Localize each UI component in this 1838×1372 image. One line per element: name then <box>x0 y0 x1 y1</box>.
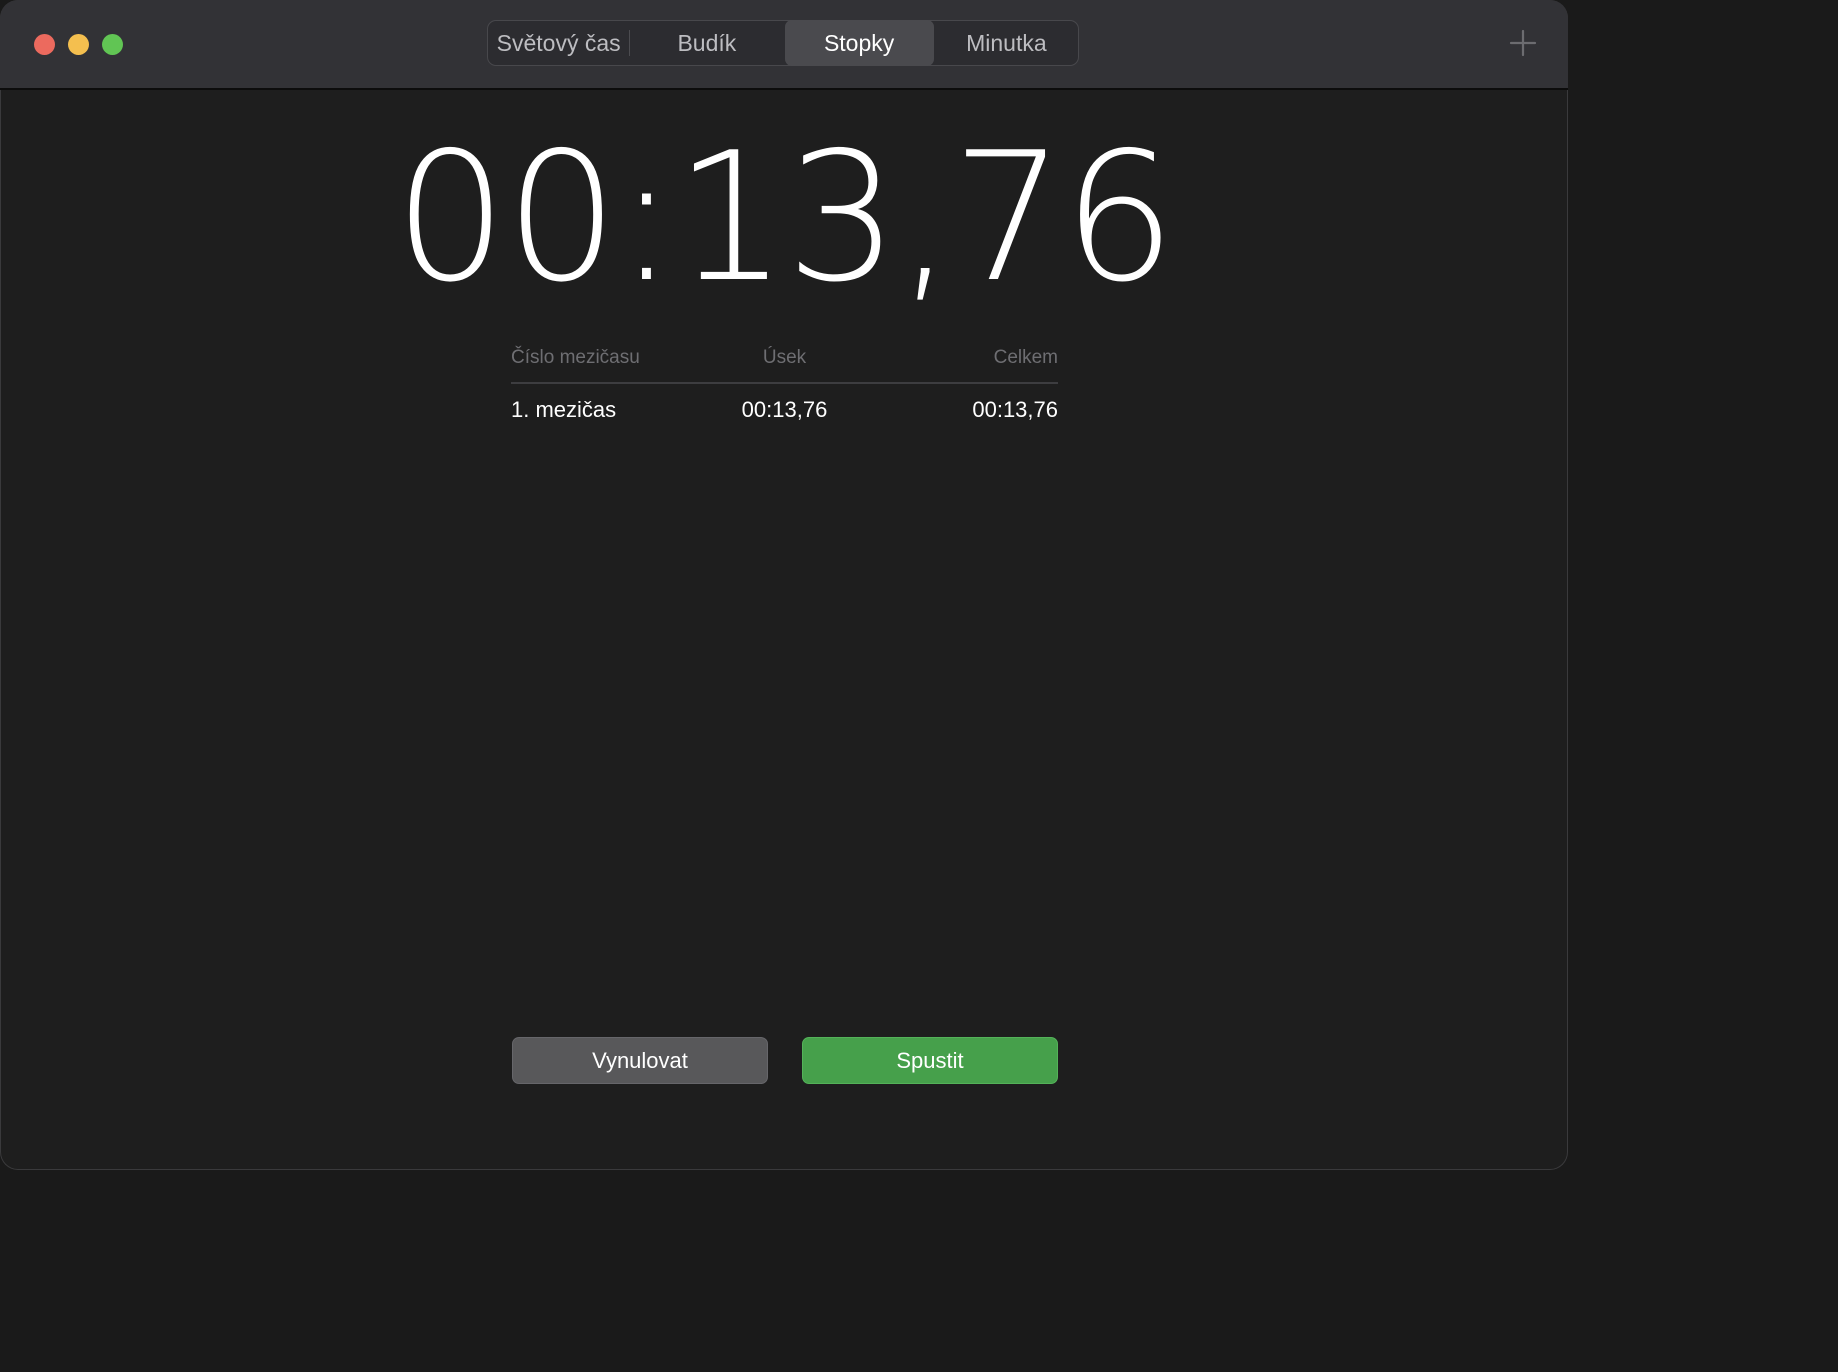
minimize-window-button[interactable] <box>68 34 89 55</box>
table-row: 1. mezičas 00:13,76 00:13,76 <box>511 384 1058 434</box>
laps-header: Číslo mezičasu Úsek Celkem <box>511 340 1058 384</box>
close-window-button[interactable] <box>34 34 55 55</box>
tab-timer[interactable]: Minutka <box>935 21 1078 65</box>
header-split: Úsek <box>762 347 807 368</box>
header-total: Celkem <box>993 347 1058 368</box>
reset-button[interactable]: Vynulovat <box>512 1037 768 1084</box>
tab-world-clock[interactable]: Světový čas <box>488 21 629 65</box>
title-bar: Světový čas Budík Stopky Minutka <box>0 0 1568 90</box>
laps-table: Číslo mezičasu Úsek Celkem 1. mezičas 00… <box>511 340 1058 434</box>
tab-bar: Světový čas Budík Stopky Minutka <box>487 20 1079 66</box>
zoom-window-button[interactable] <box>102 34 123 55</box>
add-button[interactable] <box>1506 26 1540 60</box>
stopwatch-display: 00:13,76 <box>393 114 1176 321</box>
tab-stopwatch[interactable]: Stopky <box>784 20 934 66</box>
plus-icon <box>1509 29 1537 57</box>
start-button[interactable]: Spustit <box>802 1037 1058 1084</box>
tab-alarm[interactable]: Budík <box>630 21 783 65</box>
lap-total: 00:13,76 <box>972 397 1058 422</box>
clock-window: Světový čas Budík Stopky Minutka 00:13,7… <box>0 0 1568 1170</box>
